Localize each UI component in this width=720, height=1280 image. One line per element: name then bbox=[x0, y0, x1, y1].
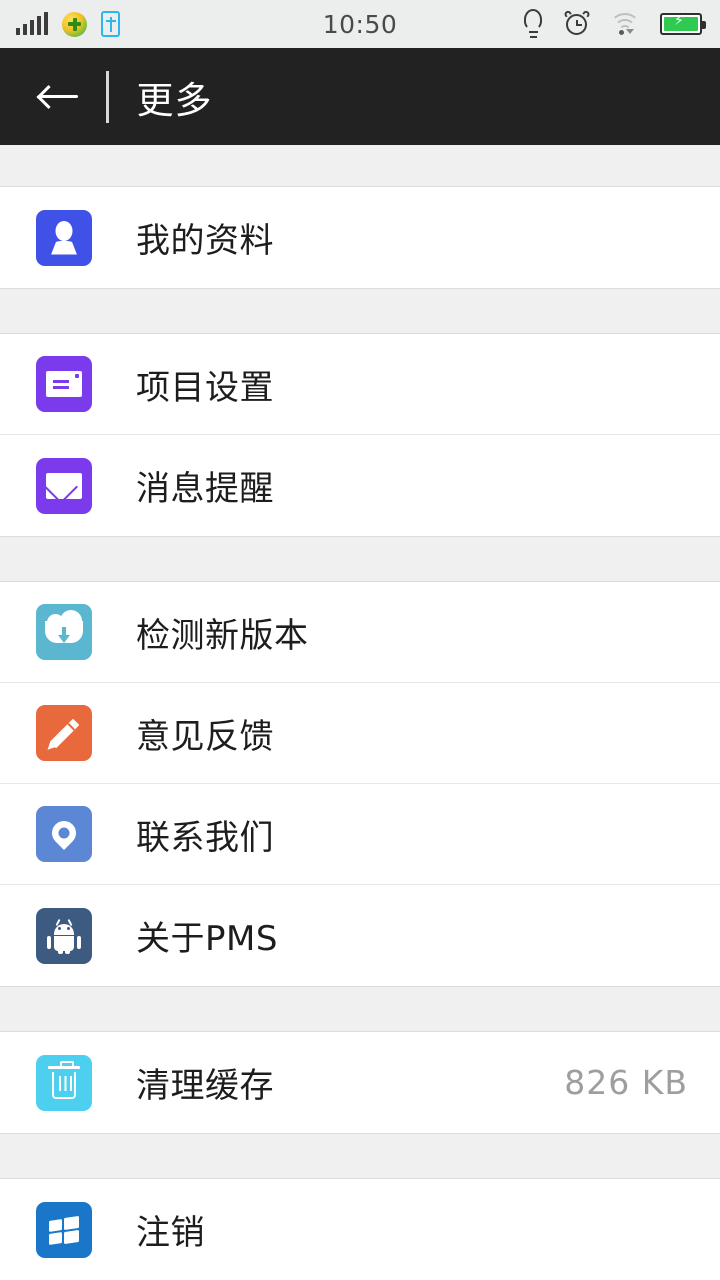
list-item-contact-us[interactable]: 联系我们 bbox=[0, 784, 720, 885]
header-divider bbox=[106, 70, 109, 123]
list-item-label: 注销 bbox=[136, 1213, 205, 1253]
status-bar: 10:50 bbox=[0, 0, 720, 48]
list-item-label: 关于PMS bbox=[136, 919, 278, 959]
list-item-label: 清理缓存 bbox=[136, 1066, 274, 1106]
page-title: 更多 bbox=[136, 78, 213, 122]
section-spacer bbox=[0, 1133, 720, 1179]
windows-flag-icon bbox=[36, 1201, 92, 1258]
list-item-feedback[interactable]: 意见反馈 bbox=[0, 683, 720, 784]
list-item-project-settings[interactable]: 项目设置 bbox=[0, 334, 720, 435]
list-item-label: 项目设置 bbox=[136, 367, 274, 408]
cloud-download-icon bbox=[36, 604, 92, 660]
cache-size-value: 826 KB bbox=[564, 1063, 688, 1102]
list-item-clear-cache[interactable]: 清理缓存 826 KB bbox=[0, 1032, 720, 1133]
section-spacer bbox=[0, 288, 720, 334]
section-spacer bbox=[0, 986, 720, 1032]
list-item-logout[interactable]: 注销 bbox=[0, 1179, 720, 1280]
battery-charging-icon bbox=[660, 13, 706, 35]
trash-icon bbox=[36, 1054, 92, 1111]
section-spacer bbox=[0, 536, 720, 582]
android-robot-icon bbox=[36, 907, 92, 964]
list-item-label: 检测新版本 bbox=[136, 615, 309, 656]
envelope-icon bbox=[36, 457, 92, 514]
section-spacer bbox=[0, 145, 720, 187]
back-arrow-icon[interactable] bbox=[30, 68, 88, 126]
list-item-label: 联系我们 bbox=[136, 817, 274, 858]
list-item-check-version[interactable]: 检测新版本 bbox=[0, 582, 720, 683]
list-item-about-pms[interactable]: 关于PMS bbox=[0, 885, 720, 986]
list-item-message-alerts[interactable]: 消息提醒 bbox=[0, 435, 720, 536]
app-header: 更多 bbox=[0, 48, 720, 145]
card-settings-icon bbox=[36, 356, 92, 412]
list-item-label: 我的资料 bbox=[136, 221, 274, 261]
location-pin-icon bbox=[36, 806, 92, 862]
settings-list: 我的资料 项目设置 消息提醒 检测新版本 意见反馈 联系我们 关于PMS 清理缓… bbox=[0, 145, 720, 1280]
status-bar-right bbox=[522, 0, 706, 48]
list-item-label: 意见反馈 bbox=[136, 716, 274, 757]
wifi-icon bbox=[610, 12, 640, 36]
alarm-clock-icon bbox=[563, 9, 591, 38]
person-icon bbox=[36, 209, 92, 266]
list-item-my-profile[interactable]: 我的资料 bbox=[0, 187, 720, 288]
list-item-label: 消息提醒 bbox=[136, 469, 274, 509]
pencil-icon bbox=[36, 705, 92, 761]
lightbulb-icon bbox=[522, 9, 544, 39]
